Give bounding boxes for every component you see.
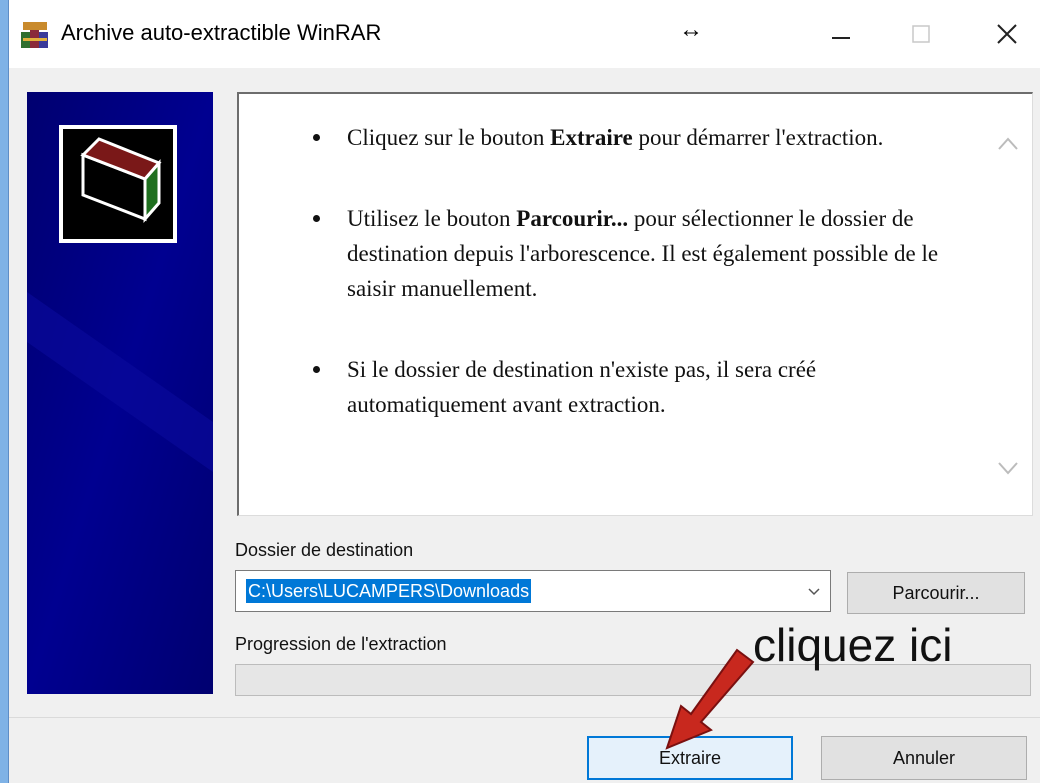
destination-path-value[interactable]: C:\Users\LUCAMPERS\Downloads [246,579,532,603]
cancel-button[interactable]: Annuler [821,736,1027,780]
close-icon [997,24,1017,44]
minimize-icon [832,37,850,39]
winrar-sfx-window: Archive auto-extractible WinRAR ↔ Clique… [8,0,1040,783]
close-button[interactable] [987,16,1027,52]
instruction-item: Cliquez sur le bouton Extraire pour déma… [309,120,969,155]
instructions-list: Cliquez sur le bouton Extraire pour déma… [309,120,969,422]
window-title: Archive auto-extractible WinRAR [61,20,382,45]
browse-button[interactable]: Parcourir... [847,572,1025,614]
chevron-up-icon[interactable] [995,134,1021,154]
minimize-button[interactable] [821,16,861,52]
maximize-icon [912,25,930,43]
chevron-down-icon[interactable] [995,458,1021,478]
resize-horizontal-cursor-icon: ↔ [679,16,703,43]
chevron-down-icon[interactable] [806,583,822,599]
winrar-books-icon [21,22,48,48]
archive-box-icon [80,137,162,223]
instructions-panel[interactable]: Cliquez sur le bouton Extraire pour déma… [237,92,1033,516]
maximize-button[interactable] [901,16,941,52]
destination-label: Dossier de destination [235,540,414,560]
title-bar[interactable]: Archive auto-extractible WinRAR ↔ [9,0,1040,68]
side-banner [27,92,213,694]
progress-label: Progression de l'extraction [235,634,447,654]
instruction-item: Utilisez le bouton Parcourir... pour sél… [309,201,969,306]
instruction-item: Si le dossier de destination n'existe pa… [309,352,969,422]
red-arrow-icon [665,648,755,750]
footer-divider [9,717,1040,718]
destination-path-combobox[interactable]: C:\Users\LUCAMPERS\Downloads [235,570,831,612]
winrar-logo [59,125,177,243]
